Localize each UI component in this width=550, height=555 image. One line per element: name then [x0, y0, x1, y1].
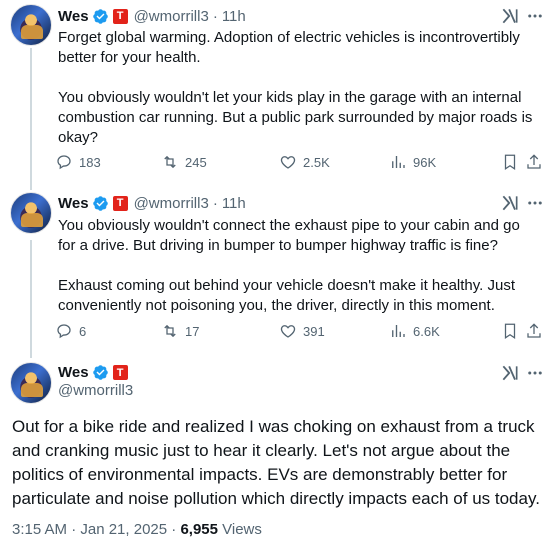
- tweet-1[interactable]: Wes T @wmorrill3 · 11h Forget global war…: [0, 0, 550, 185]
- repost-count: 17: [185, 323, 200, 339]
- tweet-metadata: 3:15 AM · Jan 21, 2025 · 6,955 Views: [12, 521, 262, 538]
- bookmark-icon: [504, 323, 516, 339]
- share-icon: [527, 154, 541, 169]
- like-icon: [280, 325, 296, 338]
- grok-icon[interactable]: [500, 6, 520, 26]
- tweet-header: Wes T @wmorrill3 · 11h: [58, 6, 246, 26]
- reply-button[interactable]: 183: [55, 152, 101, 172]
- repost-button[interactable]: 245: [161, 152, 207, 172]
- like-count: 2.5K: [303, 154, 330, 170]
- tweet-actions: 6 17 391 6.6K: [55, 321, 545, 341]
- bookmark-button[interactable]: [501, 152, 519, 172]
- tweet-text: Forget global warming. Adoption of elect…: [58, 29, 533, 146]
- views-label: Views: [217, 521, 262, 538]
- like-count: 391: [303, 323, 325, 339]
- reply-icon: [57, 324, 71, 339]
- repost-count: 245: [185, 154, 207, 170]
- bookmark-icon: [504, 154, 516, 170]
- repost-icon: [164, 324, 176, 338]
- views-button[interactable]: 6.6K: [389, 321, 440, 341]
- affiliate-badge-icon: T: [112, 365, 128, 380]
- tweet-time[interactable]: 11h: [222, 195, 246, 212]
- repost-icon: [164, 155, 176, 169]
- more-icon[interactable]: [526, 194, 544, 212]
- author-handle[interactable]: @wmorrill3: [134, 8, 209, 25]
- view-count: 6.6K: [413, 323, 440, 339]
- views-button[interactable]: 96K: [389, 152, 436, 172]
- tweet-time[interactable]: 11h: [222, 8, 246, 25]
- tweet-header: Wes T @wmorrill3 · 11h: [58, 193, 246, 213]
- avatar[interactable]: [10, 192, 52, 234]
- affiliate-badge-icon: T: [112, 8, 128, 24]
- reply-button[interactable]: 6: [55, 321, 86, 341]
- reply-count: 6: [79, 323, 87, 339]
- verified-badge-icon: [92, 365, 108, 380]
- reply-icon: [57, 155, 71, 170]
- avatar[interactable]: [10, 362, 52, 404]
- author-handle[interactable]: @wmorrill3: [134, 195, 209, 212]
- affiliate-badge-icon: T: [112, 195, 128, 211]
- verified-badge-icon: [92, 195, 108, 211]
- grok-icon[interactable]: [500, 363, 520, 383]
- grok-icon[interactable]: [500, 193, 520, 213]
- tweet-timestamp[interactable]: 3:15 AM · Jan 21, 2025 ·: [12, 521, 180, 538]
- share-button[interactable]: [525, 152, 543, 172]
- more-icon[interactable]: [526, 364, 544, 382]
- views-icon: [392, 156, 405, 168]
- author-name[interactable]: Wes: [58, 364, 89, 381]
- tweet-actions: 183 245 2.5K 96K: [55, 152, 545, 172]
- tweet-2[interactable]: Wes T @wmorrill3 · 11h You obviously wou…: [0, 190, 550, 350]
- separator-dot: ·: [212, 194, 218, 212]
- author-name[interactable]: Wes: [58, 195, 89, 212]
- main-tweet-text: Out for a bike ride and realized I was c…: [12, 417, 540, 508]
- avatar[interactable]: [10, 4, 52, 46]
- author-handle[interactable]: @wmorrill3: [58, 382, 133, 399]
- view-count: 96K: [413, 154, 437, 170]
- views-icon: [392, 325, 405, 337]
- share-button[interactable]: [525, 321, 543, 341]
- bookmark-button[interactable]: [501, 321, 519, 341]
- share-icon: [527, 323, 541, 338]
- more-icon[interactable]: [526, 7, 544, 25]
- reply-count: 183: [79, 154, 101, 170]
- like-button[interactable]: 2.5K: [279, 152, 330, 172]
- author-name[interactable]: Wes: [58, 8, 89, 25]
- main-tweet-header: Wes T: [58, 364, 128, 381]
- like-button[interactable]: 391: [279, 321, 325, 341]
- like-icon: [280, 156, 296, 169]
- views-count: 6,955: [180, 521, 218, 538]
- repost-button[interactable]: 17: [161, 321, 199, 341]
- verified-badge-icon: [92, 8, 108, 24]
- tweet-text: You obviously wouldn't connect the exhau…: [58, 217, 520, 314]
- separator-dot: ·: [212, 7, 218, 25]
